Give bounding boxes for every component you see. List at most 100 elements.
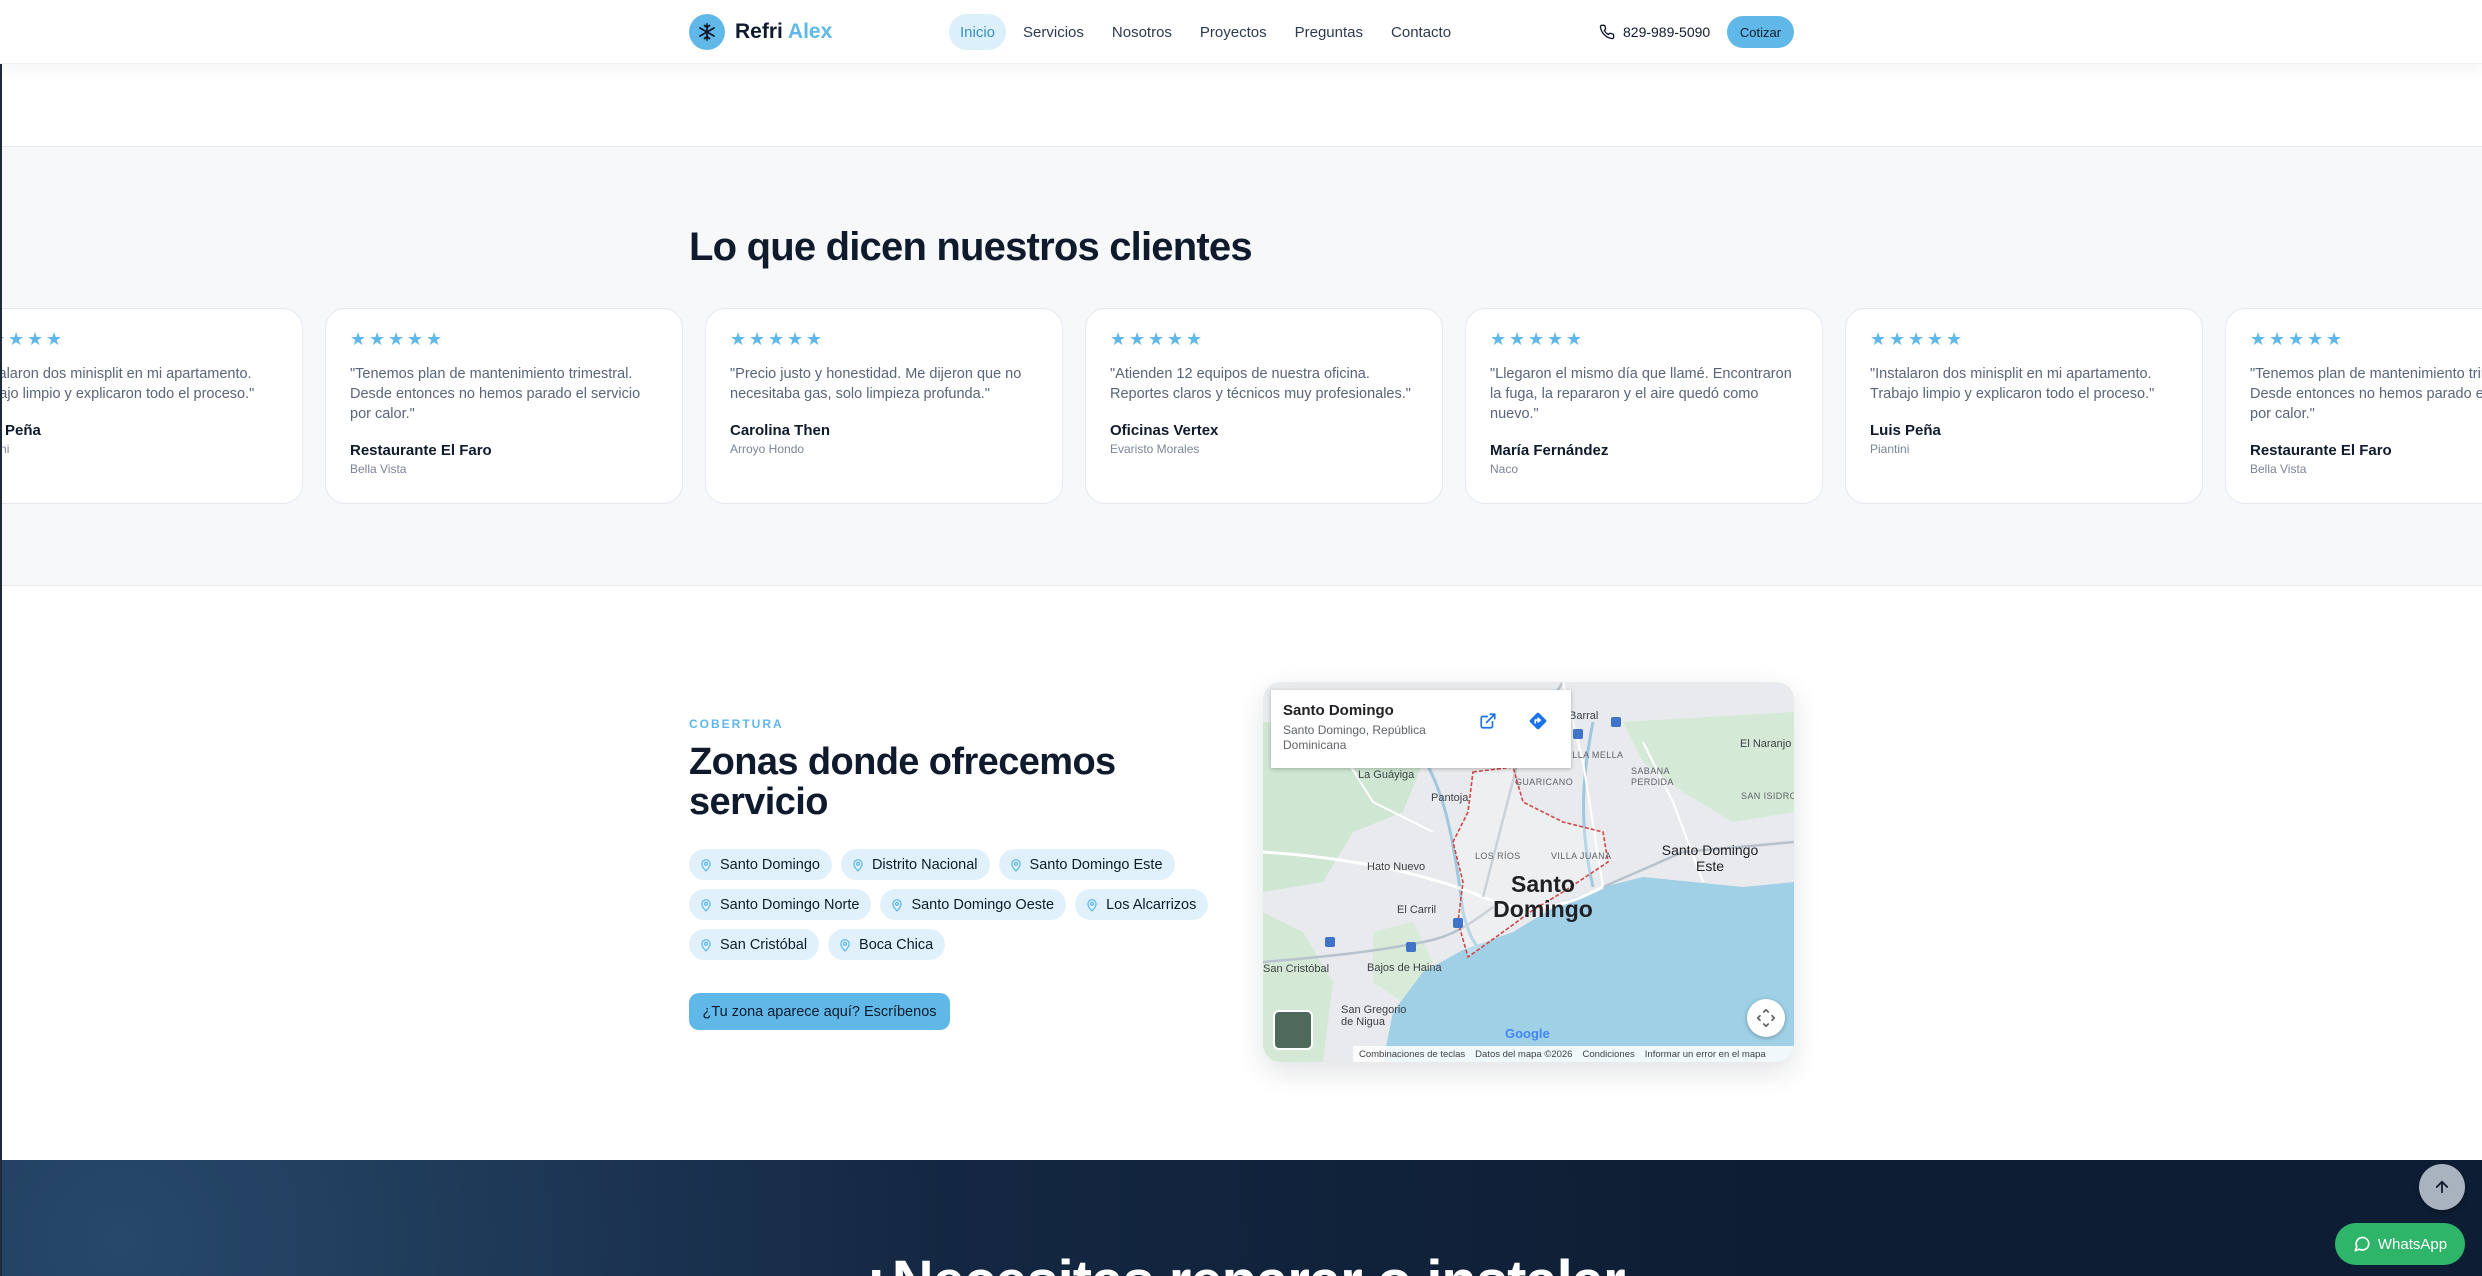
google-logo-text: Google [1505,1026,1550,1041]
nav-link-proyectos[interactable]: Proyectos [1189,14,1278,50]
zone-chip-label: San Cristóbal [720,936,808,953]
testimonial-author: Carolina Then [730,422,831,439]
map-label: SABANA PERDIDA [1631,766,1674,787]
map-label: Pantoja [1431,792,1469,804]
coverage-map[interactable]: La Guáyiga Pantoja GUARICANO VILLA MELLA… [1263,682,1794,1062]
site-header: Refri Alex Inicio Servicios Nosotros Pro… [0,0,2482,64]
map-label: VILLA JUANA [1551,851,1612,861]
nav-link-preguntas[interactable]: Preguntas [1284,14,1374,50]
star-rating: ★★★★★ [350,329,658,349]
snowflake-icon [689,14,725,50]
star-icon: ★ [1547,329,1564,349]
star-icon: ★ [1167,329,1184,349]
map-label: LOS RÍOS [1475,851,1521,861]
coverage-eyebrow: COBERTURA [689,717,784,731]
location-pin-icon [853,858,863,871]
zone-chip-label: Santo Domingo Norte [720,896,860,913]
testimonial-author: Luis Peña [1870,422,1941,439]
testimonial-quote: "Instalaron dos minisplit en mi apartame… [1870,366,2155,402]
open-in-maps-icon[interactable] [1473,706,1503,736]
star-icon: ★ [388,329,405,349]
map-place-name: Santo Domingo [1283,702,1394,719]
testimonial-quote: "Instalaron dos minisplit en mi apartame… [0,366,255,402]
testimonial-card: ★ ★ ★ ★ ★ "Llegaron el mismo día que llamé. E… [1465,308,1823,504]
brand-name-main: Refri [735,20,783,43]
map-place-card: Santo Domingo Santo Domingo, República D… [1271,690,1571,768]
star-rating: ★★★★★ [1870,329,2178,349]
quote-button[interactable]: Cotizar [1727,16,1794,48]
star-icon: ★ [1566,329,1583,349]
star-icon: ★ [46,329,63,349]
map-attribution: Combinaciones de teclas Datos del mapa ©… [1353,1046,1794,1062]
star-icon: ★ [787,329,804,349]
brand-logo[interactable]: Refri Alex [689,14,832,50]
testimonials-section: Lo que dicen nuestros clientes ★★★★★"Ins… [0,146,2482,586]
star-icon: ★ [1186,329,1203,349]
map-shortcuts-link[interactable]: Combinaciones de teclas [1359,1049,1465,1060]
star-icon: ★ [1148,329,1165,349]
zone-chip-label: Santo Domingo [720,856,820,873]
star-icon: ★ [806,329,823,349]
star-icon: ★ [1490,329,1507,349]
testimonial-card: ★★★★★"Tenemos plan de mantenimiento trim… [325,308,683,504]
brand-name: Refri Alex [735,20,832,44]
star-icon: ★ [27,329,44,349]
testimonial-location: Evaristo Morales [1110,442,1200,456]
testimonial-author: Luis Peña [0,422,41,439]
zone-chip-label: Santo Domingo Oeste [911,896,1055,913]
map-label: La Guáyiga [1358,769,1415,781]
zone-chip-label: Boca Chica [859,936,934,953]
location-pin-icon [701,858,711,871]
phone-number: 829-989-5090 [1623,24,1711,40]
star-icon: ★ [2250,329,2267,349]
testimonial-quote: "Tenemos plan de mantenimiento trimestra… [2250,366,2482,422]
star-icon: ★ [2288,329,2305,349]
testimonial-author: Oficinas Vertex [1110,422,1219,439]
zone-chip: Santo Domingo [689,849,832,880]
star-icon: ★ [768,329,785,349]
map-report-link[interactable]: Informar un error en el mapa [1645,1049,1766,1060]
star-icon: ★ [1946,329,1963,349]
zone-contact-button[interactable]: ¿Tu zona aparece aquí? Escríbenos [689,993,950,1030]
testimonial-location: Piantini [1870,442,1910,456]
map-label: GUARICANO [1515,777,1574,787]
star-icon: ★ [2307,329,2324,349]
nav-link-inicio[interactable]: Inicio [949,14,1007,50]
testimonial-card: ★ ★ ★ ★ ★ "Atienden 12 equipos de nuestra ofi… [1085,308,1443,504]
header-container: Refri Alex Inicio Servicios Nosotros Pro… [689,0,1794,64]
star-icon: ★ [1509,329,1526,349]
testimonial-location: Piantini [0,442,10,456]
nav-link-contacto[interactable]: Contacto [1380,14,1462,50]
zone-chip-label: Los Alcarrizos [1106,896,1197,913]
fullscreen-icon[interactable] [1747,999,1785,1037]
testimonial-quote: "Llegaron el mismo día que llamé. Encont… [1490,366,1792,422]
testimonial-quote: "Precio justo y honestidad. Me dijeron q… [730,366,1022,402]
star-rating: ★★★★★ [1490,329,1798,349]
star-rating: ★★★★★ [2250,329,2482,349]
nav-link-servicios[interactable]: Servicios [1012,14,1095,50]
star-icon: ★ [1129,329,1146,349]
star-rating: ★★★★★ [730,329,1038,349]
phone-icon [1599,24,1615,40]
map-label: Barral [1569,710,1599,722]
map-data-credit: Datos del mapa ©2026 [1475,1048,1573,1060]
nav-link-nosotros[interactable]: Nosotros [1101,14,1183,50]
phone-link[interactable]: 829-989-5090 [1599,14,1710,50]
map-city-label: Santo Domingo [1493,871,1593,922]
map-label: El Carril [1397,904,1437,916]
zone-chip: Santo Domingo Oeste [880,889,1067,920]
satellite-toggle[interactable] [1273,1010,1313,1050]
whatsapp-label: WhatsApp [2377,1235,2448,1253]
directions-icon[interactable] [1523,706,1553,736]
map-terms-link[interactable]: Condiciones [1582,1049,1634,1060]
map-label: Hato Nuevo [1367,861,1426,873]
map-label: San Gregorio de Nigua [1341,1004,1407,1028]
coverage-title: Zonas donde ofrecemos servicio [689,741,1116,823]
back-to-top-button[interactable] [2419,1164,2465,1210]
star-icon: ★ [350,329,367,349]
testimonial-location: Arroyo Hondo [730,442,805,456]
testimonial-author: Restaurante El Faro [2250,442,2392,459]
star-icon: ★ [749,329,766,349]
whatsapp-button[interactable]: WhatsApp [2335,1223,2465,1265]
testimonials-title: Lo que dicen nuestros clientes [689,225,1253,269]
